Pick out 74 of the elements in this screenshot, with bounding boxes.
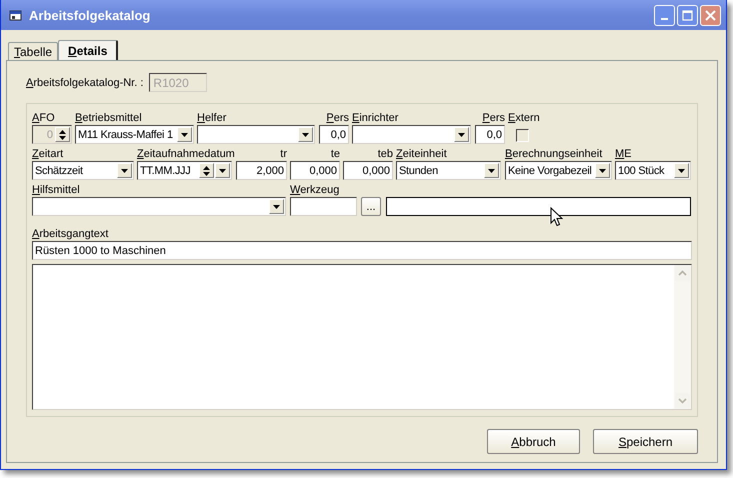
dialog-button[interactable]: Speichern [593,429,698,454]
tab[interactable]: Details [58,40,118,60]
text-field[interactable]: Rüsten 1000 to Maschinen [32,241,692,260]
dropdown[interactable] [32,197,286,216]
dropdown[interactable]: Keine Vorgabezeil [505,161,612,180]
field-label: AFO [32,112,56,125]
dropdown[interactable] [197,125,315,144]
field-label: teb [376,148,393,161]
field-label: tr [279,148,287,161]
field-label: Arbeitsgangtext [32,228,110,240]
number-field[interactable]: 0,0 [319,125,349,144]
text-field[interactable] [290,197,357,216]
dropdown-button[interactable] [215,163,230,178]
dropdown[interactable]: M11 Krauss-Maffei 1 [75,125,194,144]
minimize-button[interactable] [654,4,675,26]
field-label: ME [615,148,633,161]
field-label: Pers [325,112,349,125]
number-field[interactable]: 2,000 [236,161,287,180]
caret-icon [488,168,495,172]
field-label: Berechnungseinheit [505,148,604,161]
browse-button[interactable]: ... [361,197,381,216]
memo-field[interactable] [32,264,692,410]
dropdown-button[interactable] [298,127,313,142]
caret-icon [599,168,606,172]
field-label: Hilfsmittel [32,184,81,197]
mouse-pointer-icon [550,207,563,227]
dropdown-button[interactable] [177,127,192,142]
minimize-icon [661,18,668,20]
dropdown-button[interactable] [269,199,284,214]
field-label: Zeitart [32,148,64,161]
up-down-arrows-icon [59,128,66,140]
field-label: Werkzeug [290,184,340,197]
dropdown-button[interactable] [484,163,499,178]
field-label: Betriebsmittel [75,112,143,125]
caret-icon [678,168,685,172]
number-field[interactable]: 0,000 [343,161,393,180]
text-field[interactable] [386,197,691,216]
caret-icon [181,132,188,136]
dropdown-button[interactable] [674,163,689,178]
caret-icon [273,204,280,208]
caret-icon [458,132,465,136]
window-title: Arbeitsfolgekatalog [29,8,152,22]
caret-icon [219,168,226,172]
maximize-button[interactable] [677,4,698,26]
dropdown-button[interactable] [454,127,469,142]
field-label: Extern [508,112,541,125]
scrollbar[interactable] [674,265,691,409]
dropdown-button[interactable] [117,163,132,178]
field-label: Arbeitsfolgekatalog-Nr. : [26,76,144,88]
field-label: te [330,148,340,161]
dropdown[interactable]: Schätzzeit [32,161,134,180]
spin-buttons[interactable] [199,163,214,178]
window-icon [9,8,23,22]
close-icon [705,10,716,20]
field-label: Zeiteinheit [396,148,448,161]
caret-icon [302,132,309,136]
dialog-button[interactable]: Abbruch [487,429,580,454]
caret-icon [121,168,128,172]
dropdown[interactable] [352,125,471,144]
dropdown-button[interactable] [595,163,610,178]
field-label: Zeitaufnahmedatum [137,148,232,161]
date-field[interactable]: TT.MM.JJJ [137,161,232,180]
close-button[interactable] [700,4,721,26]
up-down-arrows-icon [203,164,210,176]
maximize-icon [682,10,693,20]
field-label: Helfer [197,112,228,125]
dropdown[interactable]: 100 Stück [615,161,691,180]
number-field[interactable]: 0,000 [290,161,340,180]
number-field[interactable]: 0,0 [475,125,505,144]
tab[interactable]: Tabelle [8,42,58,60]
dropdown[interactable]: Stunden [396,161,501,180]
field-label: Pers [481,112,505,125]
field-label: Einrichter [352,112,400,125]
checkbox[interactable] [516,129,529,142]
